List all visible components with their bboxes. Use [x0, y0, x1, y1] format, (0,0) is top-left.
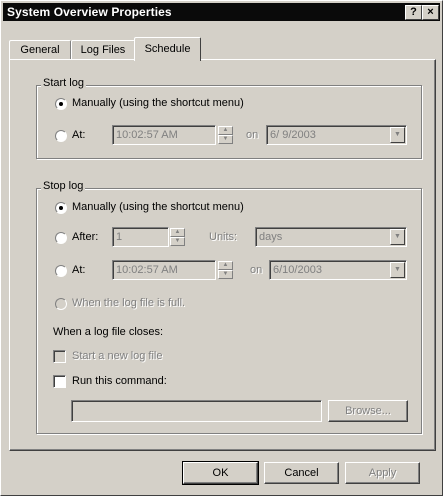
start-log-legend: Start log: [41, 77, 86, 89]
radio-selected-icon: [59, 102, 63, 106]
stop-date-field[interactable]: 6/10/2003 ▼: [269, 260, 407, 280]
units-dropdown[interactable]: days ▼: [255, 227, 407, 247]
stop-on-label: on: [250, 264, 263, 276]
command-field[interactable]: [71, 400, 322, 422]
start-manually-label: Manually (using the shortcut menu): [72, 97, 244, 109]
properties-dialog: System Overview Properties ? × General L…: [0, 0, 443, 496]
spin-down-icon[interactable]: ▼: [218, 135, 233, 144]
start-date-field[interactable]: 6/ 9/2003 ▼: [266, 125, 407, 145]
start-on-label: on: [246, 129, 259, 141]
window-title: System Overview Properties: [7, 5, 172, 19]
start-time-spinner[interactable]: ▲ ▼: [218, 126, 233, 144]
stop-time-field[interactable]: 10:02:57 AM: [112, 260, 216, 280]
when-full-radio[interactable]: [55, 298, 67, 310]
units-label: Units:: [209, 231, 238, 243]
when-full-label: When the log file is full.: [72, 297, 186, 309]
stop-after-radio[interactable]: [55, 232, 67, 244]
units-value: days: [259, 231, 283, 243]
tab-log-files[interactable]: Log Files: [71, 40, 135, 60]
stop-log-legend: Stop log: [41, 180, 86, 192]
stop-time-spinner[interactable]: ▲ ▼: [218, 261, 233, 279]
stop-after-field[interactable]: 1: [112, 227, 169, 247]
log-closes-heading: When a log file closes:: [53, 326, 164, 338]
stop-manually-label: Manually (using the shortcut menu): [72, 201, 244, 213]
spin-up-icon[interactable]: ▲: [218, 261, 233, 270]
spin-down-icon[interactable]: ▼: [170, 237, 185, 246]
ok-button[interactable]: OK: [182, 461, 259, 485]
cancel-button[interactable]: Cancel: [264, 462, 339, 484]
tab-general[interactable]: General: [9, 40, 71, 60]
tab-schedule[interactable]: Schedule: [134, 37, 201, 61]
stop-after-spinner[interactable]: ▲ ▼: [170, 228, 185, 246]
spin-down-icon[interactable]: ▼: [218, 270, 233, 279]
start-new-log-checkbox[interactable]: [53, 350, 66, 363]
help-button[interactable]: ?: [405, 5, 422, 20]
title-bar: System Overview Properties ? ×: [3, 3, 440, 21]
run-command-checkbox[interactable]: [53, 375, 66, 388]
stop-at-label: At:: [72, 264, 86, 276]
start-manually-radio[interactable]: [55, 98, 67, 110]
spin-up-icon[interactable]: ▲: [170, 228, 185, 237]
radio-selected-icon: [59, 206, 63, 210]
stop-log-group: [36, 188, 422, 434]
start-time-field[interactable]: 10:02:57 AM: [112, 125, 216, 145]
stop-after-label: After:: [72, 231, 99, 243]
close-button[interactable]: ×: [422, 5, 439, 20]
stop-manually-radio[interactable]: [55, 202, 67, 214]
start-at-radio[interactable]: [55, 130, 67, 142]
start-new-log-label: Start a new log file: [72, 350, 163, 362]
chevron-down-icon[interactable]: ▼: [390, 127, 405, 143]
chevron-down-icon[interactable]: ▼: [390, 262, 405, 278]
stop-at-radio[interactable]: [55, 265, 67, 277]
chevron-down-icon[interactable]: ▼: [390, 229, 405, 245]
start-date-value: 6/ 9/2003: [270, 129, 316, 141]
run-command-label: Run this command:: [72, 375, 167, 387]
apply-button[interactable]: Apply: [345, 462, 420, 484]
spin-up-icon[interactable]: ▲: [218, 126, 233, 135]
start-at-label: At:: [72, 129, 86, 141]
stop-date-value: 6/10/2003: [273, 264, 322, 276]
browse-button[interactable]: Browse...: [328, 400, 408, 422]
